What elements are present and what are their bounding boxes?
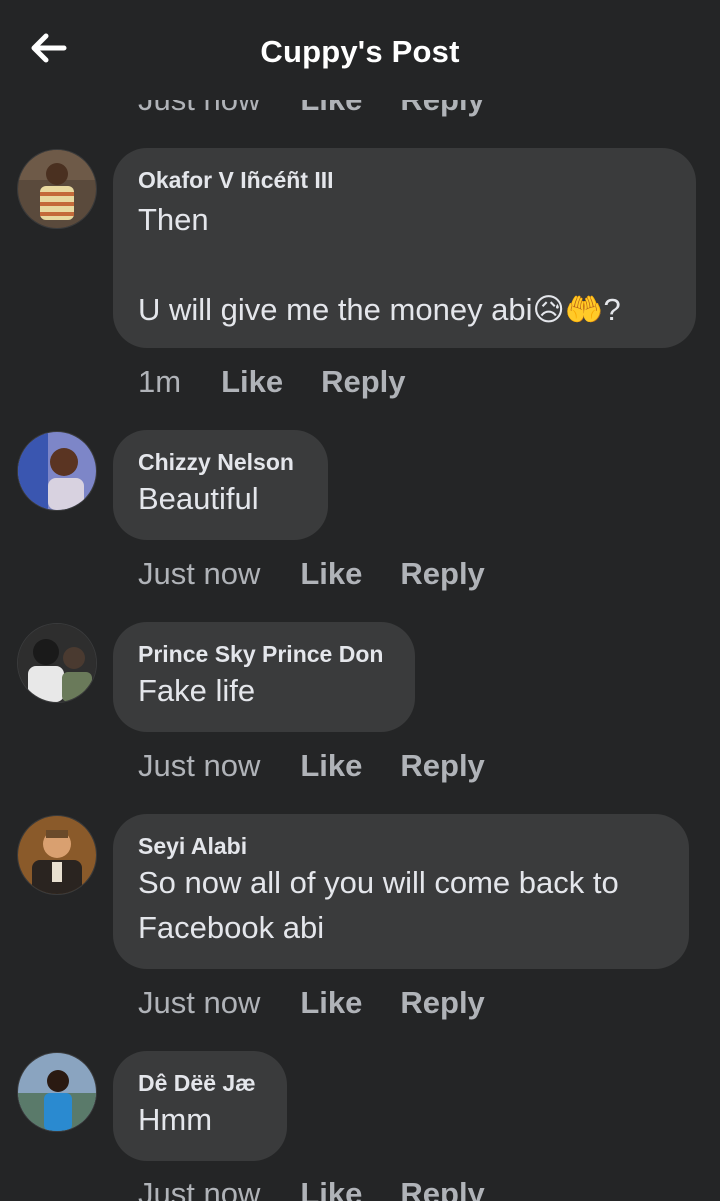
top-bar: Cuppy's Post <box>0 0 720 100</box>
comment-actions: Just now Like Reply <box>138 748 523 784</box>
comment-bubble[interactable]: Dê Dëë Jæ Hmm <box>113 1051 287 1161</box>
comment-author[interactable]: Prince Sky Prince Don <box>138 640 389 668</box>
comment-actions: Just now Like Reply <box>138 985 523 1021</box>
comment-time: Just now <box>138 985 261 1020</box>
comment-time: Just now <box>138 556 261 591</box>
avatar[interactable] <box>17 149 97 229</box>
comment-bubble[interactable]: Prince Sky Prince Don Fake life <box>113 622 415 732</box>
comment-actions: Just now Like Reply <box>138 556 523 592</box>
avatar[interactable] <box>17 431 97 511</box>
avatar[interactable] <box>17 815 97 895</box>
reply-button[interactable]: Reply <box>400 985 484 1021</box>
comment-actions: Just now Like Reply <box>138 1176 523 1201</box>
reply-button[interactable]: Reply <box>400 556 484 592</box>
comment-time: Just now <box>138 748 261 783</box>
comment-bubble[interactable]: Okafor V Iñcéñt III Then U will give me … <box>113 148 696 348</box>
like-button[interactable]: Like <box>300 556 362 592</box>
like-button[interactable]: Like <box>300 1176 362 1201</box>
reply-button[interactable]: Reply <box>400 1176 484 1201</box>
like-button[interactable]: Like <box>300 748 362 784</box>
like-button[interactable]: Like <box>221 364 283 400</box>
comment-bubble[interactable]: Seyi Alabi So now all of you will come b… <box>113 814 689 969</box>
reply-button[interactable]: Reply <box>321 364 405 400</box>
avatar[interactable] <box>17 1052 97 1132</box>
comment-text: Fake life <box>138 673 256 708</box>
like-button[interactable]: Like <box>300 985 362 1021</box>
comments-page: Just now Like Reply Cuppy's Post Okafor V … <box>0 0 720 1201</box>
comment-text: So now all of you will come back to Face… <box>138 865 619 945</box>
comment-bubble[interactable]: Chizzy Nelson Beautiful <box>113 430 328 540</box>
comment-text: Beautiful <box>138 481 259 516</box>
comment-author[interactable]: Dê Dëë Jæ <box>138 1069 261 1097</box>
comment-text: Hmm <box>138 1102 213 1137</box>
comment-author[interactable]: Okafor V Iñcéñt III <box>138 166 670 194</box>
comment-actions: 1m Like Reply <box>138 364 444 400</box>
comment-text: Then U will give me the money abi😥🤲? <box>138 202 621 327</box>
avatar[interactable] <box>17 623 97 703</box>
reply-button[interactable]: Reply <box>400 748 484 784</box>
comment-author[interactable]: Seyi Alabi <box>138 832 663 860</box>
comment-time: Just now <box>138 1176 261 1201</box>
comment-author[interactable]: Chizzy Nelson <box>138 448 302 476</box>
page-title: Cuppy's Post <box>260 34 460 69</box>
comment-time: 1m <box>138 364 182 399</box>
